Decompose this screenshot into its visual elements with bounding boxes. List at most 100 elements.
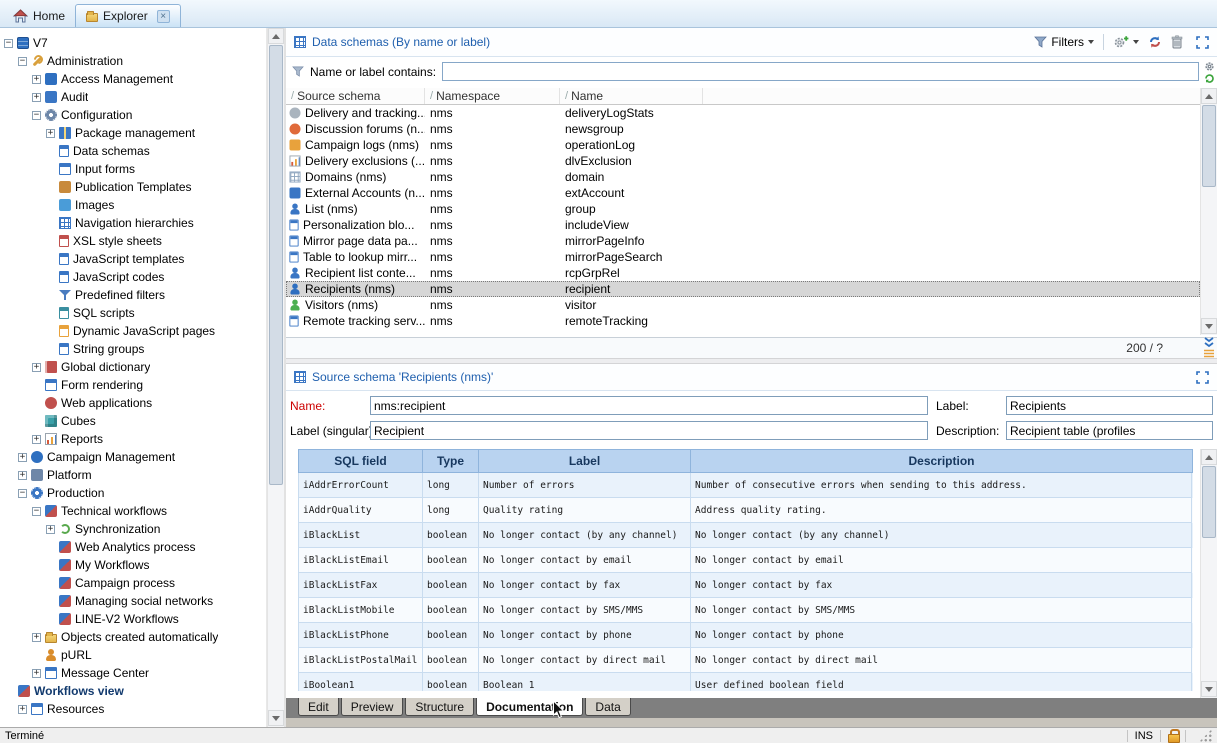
tree-item-purl[interactable]: pURL: [0, 646, 266, 664]
tree-item-technical-workflows[interactable]: −Technical workflows: [0, 502, 266, 520]
field-row-iblacklistfax[interactable]: iBlackListFaxbooleanNo longer contact by…: [299, 573, 1193, 598]
schema-row-extaccount[interactable]: External Accounts (n...nmsextAccount: [286, 185, 1200, 201]
tree-item-predefined-filters[interactable]: Predefined filters: [0, 286, 266, 304]
detail-fullscreen-button[interactable]: [1196, 371, 1209, 384]
tree-item-data-schemas[interactable]: Data schemas: [0, 142, 266, 160]
scroll-up-icon[interactable]: [1201, 449, 1217, 465]
list-menu-icon[interactable]: [1201, 349, 1216, 358]
tree-item-sql-scripts[interactable]: SQL scripts: [0, 304, 266, 322]
schema-row-visitor[interactable]: Visitors (nms)nmsvisitor: [286, 297, 1200, 313]
tree-expander-plus-icon[interactable]: +: [46, 129, 55, 138]
tree-item-message-center[interactable]: +Message Center: [0, 664, 266, 682]
tree-expander-plus-icon[interactable]: +: [18, 453, 27, 462]
tree-item-v7[interactable]: −V7: [0, 34, 266, 52]
tree-item-publication-templates[interactable]: Publication Templates: [0, 178, 266, 196]
schema-row-deliverylogstats[interactable]: Delivery and tracking...nmsdeliveryLogSt…: [286, 105, 1200, 121]
tree-item-line-v2-workflows[interactable]: LINE-V2 Workflows: [0, 610, 266, 628]
label-field[interactable]: [1006, 396, 1213, 415]
tree-item-cubes[interactable]: Cubes: [0, 412, 266, 430]
tree-item-package-management[interactable]: +Package management: [0, 124, 266, 142]
tree-item-reports[interactable]: +Reports: [0, 430, 266, 448]
tree-expander-minus-icon[interactable]: −: [4, 39, 13, 48]
field-row-iblacklistmobile[interactable]: iBlackListMobilebooleanNo longer contact…: [299, 598, 1193, 623]
tree-item-xsl-style-sheets[interactable]: XSL style sheets: [0, 232, 266, 250]
tree-item-objects-created-automatically[interactable]: +Objects created automatically: [0, 628, 266, 646]
tree-item-resources[interactable]: +Resources: [0, 700, 266, 718]
resize-grip[interactable]: [1199, 729, 1212, 742]
tree-item-audit[interactable]: +Audit: [0, 88, 266, 106]
refresh-button[interactable]: [1148, 35, 1162, 49]
tree-item-platform[interactable]: +Platform: [0, 466, 266, 484]
field-row-iblacklist[interactable]: iBlackListbooleanNo longer contact (by a…: [299, 523, 1193, 548]
tree-item-images[interactable]: Images: [0, 196, 266, 214]
schema-row-mirrorpagesearch[interactable]: Table to lookup mirr...nmsmirrorPageSear…: [286, 249, 1200, 265]
tree-item-managing-social-networks[interactable]: Managing social networks: [0, 592, 266, 610]
tab-structure[interactable]: Structure: [405, 698, 474, 716]
tree-item-string-groups[interactable]: String groups: [0, 340, 266, 358]
tree-item-javascript-templates[interactable]: JavaScript templates: [0, 250, 266, 268]
schema-row-newsgroup[interactable]: Discussion forums (n...nmsnewsgroup: [286, 121, 1200, 137]
field-row-iblacklistpostalmail[interactable]: iBlackListPostalMailbooleanNo longer con…: [299, 648, 1193, 673]
tab-explorer[interactable]: Explorer ×: [75, 4, 181, 27]
auto-refresh-icon[interactable]: [1204, 73, 1215, 87]
tree-expander-plus-icon[interactable]: +: [32, 633, 41, 642]
tab-home[interactable]: Home: [3, 4, 75, 27]
scrollbar-thumb[interactable]: [1202, 105, 1216, 187]
field-row-iblacklistphone[interactable]: iBlackListPhonebooleanNo longer contact …: [299, 623, 1193, 648]
tree-scrollbar[interactable]: [267, 28, 284, 727]
name-field[interactable]: [370, 396, 928, 415]
tree-expander-minus-icon[interactable]: −: [32, 507, 41, 516]
tree-item-web-analytics-process[interactable]: Web Analytics process: [0, 538, 266, 556]
column-header-name[interactable]: /Name: [560, 88, 703, 104]
tree-item-production[interactable]: −Production: [0, 484, 266, 502]
tree-item-form-rendering[interactable]: Form rendering: [0, 376, 266, 394]
tree-item-workflows-view[interactable]: Workflows view: [0, 682, 266, 700]
scroll-up-icon[interactable]: [1201, 88, 1217, 104]
tree-expander-plus-icon[interactable]: +: [32, 669, 41, 678]
list-scrollbar[interactable]: [1200, 88, 1217, 335]
schema-row-includeview[interactable]: Personalization blo...nmsincludeView: [286, 217, 1200, 233]
tree-expander-minus-icon[interactable]: −: [32, 111, 41, 120]
field-row-iaddrquality[interactable]: iAddrQualitylongQuality ratingAddress qu…: [299, 498, 1193, 523]
tree-expander-minus-icon[interactable]: −: [18, 57, 27, 66]
schema-row-remotetracking[interactable]: Remote tracking serv...nmsremoteTracking: [286, 313, 1200, 329]
scroll-down-icon[interactable]: [1201, 318, 1217, 334]
tree-expander-plus-icon[interactable]: +: [46, 525, 55, 534]
scrollbar-thumb[interactable]: [1202, 466, 1216, 538]
tree-expander-plus-icon[interactable]: +: [18, 471, 27, 480]
tree-item-administration[interactable]: −Administration: [0, 52, 266, 70]
tree-expander-plus-icon[interactable]: +: [32, 75, 41, 84]
tree-item-configuration[interactable]: −Configuration: [0, 106, 266, 124]
singular-label-field[interactable]: [370, 421, 928, 440]
tree-item-dynamic-javascript-pages[interactable]: Dynamic JavaScript pages: [0, 322, 266, 340]
tab-edit[interactable]: Edit: [298, 698, 339, 716]
schema-row-recipient[interactable]: Recipients (nms)nmsrecipient: [286, 281, 1200, 297]
tree-item-campaign-process[interactable]: Campaign process: [0, 574, 266, 592]
scroll-down-icon[interactable]: [1201, 681, 1217, 697]
close-tab-icon[interactable]: ×: [157, 10, 170, 23]
schema-row-mirrorpageinfo[interactable]: Mirror page data pa...nmsmirrorPageInfo: [286, 233, 1200, 249]
tree-expander-plus-icon[interactable]: +: [32, 93, 41, 102]
new-schema-button[interactable]: [1113, 35, 1139, 49]
schema-row-rcpgrprel[interactable]: Recipient list conte...nmsrcpGrpRel: [286, 265, 1200, 281]
filter-input[interactable]: [442, 62, 1199, 81]
detail-scrollbar[interactable]: [1200, 449, 1217, 698]
scrollbar-thumb[interactable]: [269, 45, 283, 485]
tab-data[interactable]: Data: [585, 698, 630, 716]
tree-item-input-forms[interactable]: Input forms: [0, 160, 266, 178]
tree-item-javascript-codes[interactable]: JavaScript codes: [0, 268, 266, 286]
tree-expander-plus-icon[interactable]: +: [32, 363, 41, 372]
tree-item-navigation-hierarchies[interactable]: Navigation hierarchies: [0, 214, 266, 232]
schema-row-domain[interactable]: Domains (nms)nmsdomain: [286, 169, 1200, 185]
fullscreen-button[interactable]: [1196, 36, 1209, 49]
field-row-iboolean1[interactable]: iBoolean1booleanBoolean 1User defined bo…: [299, 673, 1193, 691]
description-field[interactable]: [1006, 421, 1213, 440]
tab-preview[interactable]: Preview: [341, 698, 404, 716]
field-row-iaddrerrorcount[interactable]: iAddrErrorCountlongNumber of errorsNumbe…: [299, 473, 1193, 498]
scroll-down-icon[interactable]: [268, 710, 284, 726]
schema-row-dlvexclusion[interactable]: Delivery exclusions (...nmsdlvExclusion: [286, 153, 1200, 169]
tree-item-web-applications[interactable]: Web applications: [0, 394, 266, 412]
tree-item-access-management[interactable]: +Access Management: [0, 70, 266, 88]
column-header-source-schema[interactable]: /Source schema: [286, 88, 425, 104]
tab-documentation[interactable]: Documentation: [476, 698, 583, 716]
